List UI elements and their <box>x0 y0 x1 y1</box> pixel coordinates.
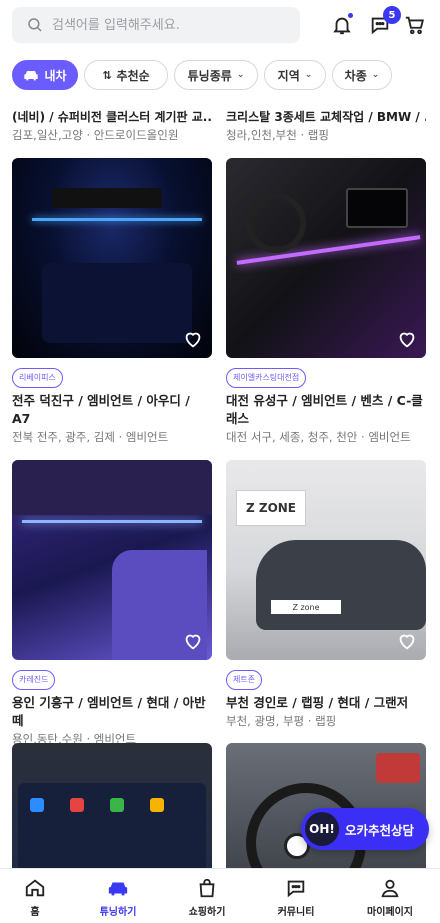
card-image: Z ZONE Z zone <box>226 460 426 660</box>
notification-button[interactable] <box>329 12 355 38</box>
consult-button[interactable]: OH! 오카추천상담 <box>301 808 429 850</box>
chat-bubble-icon <box>287 880 305 898</box>
cart-icon <box>405 16 424 35</box>
card-title: 용인 기흥구 / 엠비언트 / 현대 / 아반떼 <box>12 695 206 728</box>
nav-community[interactable]: 커뮤니티 <box>256 877 336 918</box>
shop-tag: 카레진드 <box>12 670 56 690</box>
shop-card[interactable] <box>12 743 212 868</box>
consult-label: 오카추천상담 <box>345 822 415 838</box>
shop-card[interactable]: 카레진드 용인 기흥구 / 엠비언트 / 현대 / 아반떼 용인,동탄,수원 ·… <box>12 460 212 748</box>
chevron-down-icon: ⌄ <box>371 70 380 80</box>
cart-button[interactable] <box>402 12 428 38</box>
shop-tag: 제이엘카스팅대전점 <box>226 368 307 388</box>
sort-icon: ⇅ <box>102 68 112 82</box>
chevron-down-icon: ⌄ <box>304 70 313 80</box>
card-title: 크리스탈 3종세트 교체작업 / BMW / ... <box>226 110 426 124</box>
region-filter[interactable]: 지역 ⌄ <box>264 60 326 90</box>
card-title: 전주 덕진구 / 엠비언트 / 아우디 / A7 <box>12 393 190 426</box>
shop-tag: 리베이피스 <box>12 368 63 388</box>
nav-home[interactable]: 홈 <box>0 877 75 918</box>
shop-card[interactable]: Z ZONE Z zone 제트존 부천 경인로 / 랩핑 / 현대 / 그랜저… <box>226 460 426 730</box>
tuning-type-filter[interactable]: 튜닝종류 ⌄ <box>174 60 258 90</box>
search-bar[interactable] <box>12 7 300 43</box>
heart-icon[interactable] <box>396 630 418 652</box>
card-title: (네비) / 슈퍼비전 클러스터 계기판 교... <box>12 110 212 124</box>
consult-badge: OH! <box>305 812 339 846</box>
card-sub: 청라,인천,부천 · 랩핑 <box>226 128 329 142</box>
nav-mypage[interactable]: 마이페이지 <box>350 877 430 918</box>
heart-icon[interactable] <box>182 328 204 350</box>
card-sub: 대전 서구, 세종, 청주, 천안 · 엠비언트 <box>226 430 411 444</box>
nav-shopping[interactable]: 쇼핑하기 <box>167 877 247 918</box>
card-sub: 전북 전주, 광주, 김제 · 엠비언트 <box>12 430 169 444</box>
filter-row: 내차 ⇅ 추천순 튜닝종류 ⌄ 지역 ⌄ 차종 ⌄ <box>0 58 440 92</box>
card-image <box>12 743 212 868</box>
user-icon <box>381 879 399 898</box>
card-title: 부천 경인로 / 랩핑 / 현대 / 그랜저 <box>226 695 409 710</box>
chat-button[interactable]: 5 <box>367 6 401 38</box>
partial-card[interactable]: 크리스탈 3종세트 교체작업 / BMW / ... 청라,인천,부천 · 랩핑 <box>226 92 426 144</box>
my-car-chip[interactable]: 내차 <box>12 60 78 90</box>
top-bar: 5 <box>0 0 440 50</box>
card-image <box>226 158 426 358</box>
card-title: 대전 유성구 / 엠비언트 / 벤츠 / C-클래스 <box>226 393 423 426</box>
notification-dot <box>348 13 353 18</box>
nav-tuning[interactable]: 튜닝하기 <box>78 877 158 918</box>
car-icon <box>108 882 128 896</box>
card-sub: 김포,일산,고양 · 안드로이드올인원 <box>12 128 179 142</box>
chat-badge: 5 <box>383 6 401 24</box>
shop-card[interactable]: 리베이피스 전주 덕진구 / 엠비언트 / 아우디 / A7 전북 전주, 광주… <box>12 158 212 446</box>
home-icon <box>25 879 45 897</box>
bottom-nav: 홈 튜닝하기 쇼핑하기 커뮤니티 마이페이지 <box>0 868 440 923</box>
chevron-down-icon: ⌄ <box>236 70 245 80</box>
card-image <box>12 158 212 358</box>
shopping-bag-icon <box>199 878 215 898</box>
search-input[interactable] <box>52 17 282 33</box>
car-model-filter[interactable]: 차종 ⌄ <box>332 60 392 90</box>
heart-icon[interactable] <box>396 328 418 350</box>
shop-card[interactable]: 제이엘카스팅대전점 대전 유성구 / 엠비언트 / 벤츠 / C-클래스 대전 … <box>226 158 426 446</box>
partial-card[interactable]: (네비) / 슈퍼비전 클러스터 계기판 교... 김포,일산,고양 · 안드로… <box>12 92 212 144</box>
search-icon <box>28 18 42 32</box>
card-image <box>12 460 212 660</box>
heart-icon[interactable] <box>182 630 204 652</box>
sort-chip[interactable]: ⇅ 추천순 <box>84 60 168 90</box>
car-icon <box>24 71 39 81</box>
shop-tag: 제트존 <box>226 670 263 690</box>
card-sub: 부천, 광명, 부평 · 랩핑 <box>226 714 337 728</box>
